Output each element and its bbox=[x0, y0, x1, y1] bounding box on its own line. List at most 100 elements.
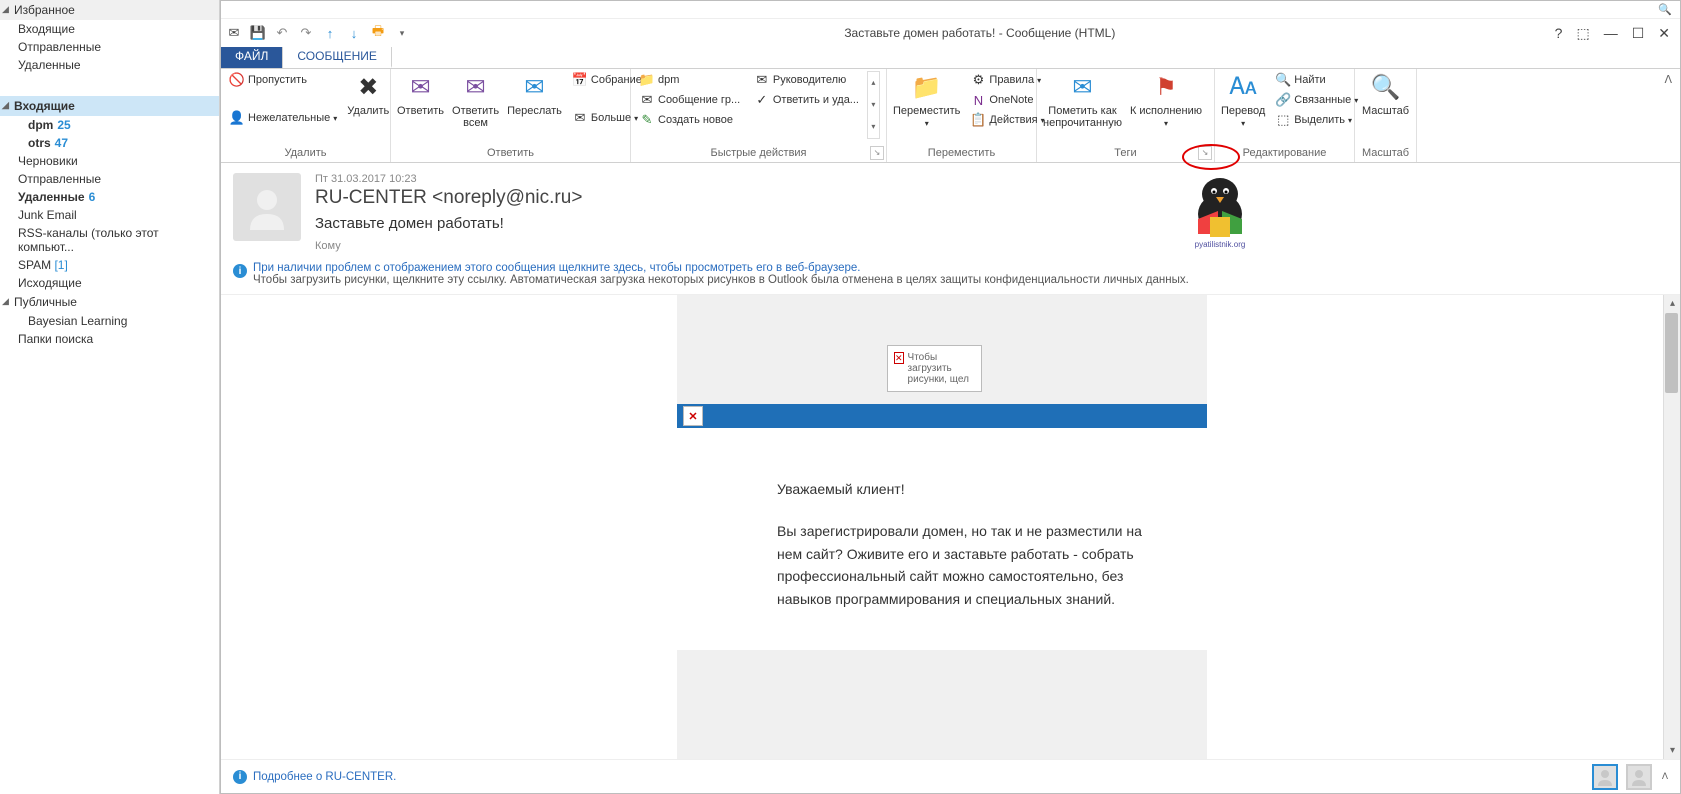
folder-inbox-fav[interactable]: Входящие bbox=[0, 20, 219, 38]
flag-icon: ⚑ bbox=[1150, 71, 1182, 103]
people-pane-contact-1[interactable] bbox=[1592, 764, 1618, 790]
actions-icon: 📋 bbox=[970, 112, 986, 128]
find-button[interactable]: 🔍Найти bbox=[1273, 71, 1360, 89]
quick-up-icon[interactable]: ▴ bbox=[868, 72, 879, 94]
minimize-icon[interactable]: — bbox=[1604, 25, 1618, 41]
quick-create[interactable]: ✎Создать новое bbox=[637, 111, 748, 129]
ribbon-options-icon[interactable]: ⬚ bbox=[1576, 25, 1589, 42]
folder-junk[interactable]: Junk Email bbox=[0, 206, 219, 224]
ribbon-group-delete: 🚫Пропустить 👤Нежелательные▾ ✖ Удалить Уд… bbox=[221, 69, 391, 162]
folder-bayesian[interactable]: Bayesian Learning bbox=[0, 312, 219, 330]
next-icon[interactable]: ↓ bbox=[345, 24, 363, 42]
junk-button[interactable]: 👤Нежелательные▾ bbox=[227, 109, 339, 127]
folder-spam[interactable]: SPAM [1] bbox=[0, 256, 219, 274]
greeting-text: Уважаемый клиент! bbox=[777, 478, 1147, 500]
scrollbar-track[interactable]: ▴ ▾ bbox=[1663, 295, 1680, 759]
folder-dpm[interactable]: dpm25 bbox=[0, 116, 219, 134]
onenote-icon: N bbox=[970, 92, 986, 108]
reply-button[interactable]: ✉Ответить bbox=[397, 71, 444, 117]
quick-down-icon[interactable]: ▾ bbox=[868, 94, 879, 116]
help-icon[interactable]: ? bbox=[1555, 25, 1563, 41]
find-icon: 🔍 bbox=[1275, 72, 1291, 88]
select-icon: ⬚ bbox=[1275, 112, 1291, 128]
undo-icon[interactable]: ↶ bbox=[273, 24, 291, 42]
caret-icon: ◢ bbox=[2, 296, 9, 307]
quick-more-icon[interactable]: ▾ bbox=[868, 116, 879, 138]
folder-deleted-fav[interactable]: Удаленные bbox=[0, 56, 219, 74]
quick-reply-del[interactable]: ✓Ответить и уда... bbox=[752, 91, 863, 109]
favorites-label: Избранное bbox=[14, 3, 75, 17]
quick-msg[interactable]: ✉Сообщение гр... bbox=[637, 91, 748, 109]
tab-file[interactable]: ФАЙЛ bbox=[221, 47, 283, 68]
close-icon[interactable]: ✕ bbox=[1658, 25, 1670, 42]
delete-button[interactable]: ✖ Удалить bbox=[347, 71, 389, 117]
select-button[interactable]: ⬚Выделить▾ bbox=[1273, 111, 1360, 129]
qat-customize-icon[interactable]: ▾ bbox=[393, 24, 411, 42]
ribbon-group-respond: ✉Ответить ✉Ответить всем ✉Переслать 📅Соб… bbox=[391, 69, 631, 162]
manager-icon: ✉ bbox=[754, 72, 770, 88]
tags-launcher-icon[interactable]: ↘ bbox=[1198, 146, 1212, 160]
folder-sent-fav[interactable]: Отправленные bbox=[0, 38, 219, 56]
meeting-icon: 📅 bbox=[572, 72, 588, 88]
collapse-ribbon-icon[interactable]: ᐱ bbox=[1664, 73, 1672, 158]
search-icon[interactable]: 🔍 bbox=[1658, 3, 1672, 16]
scrollbar-thumb[interactable] bbox=[1665, 313, 1678, 393]
scroll-down-icon[interactable]: ▾ bbox=[1664, 742, 1680, 759]
prev-icon[interactable]: ↑ bbox=[321, 24, 339, 42]
folder-navigation: ‹ ◢ Избранное Входящие Отправленные Удал… bbox=[0, 0, 220, 794]
followup-button[interactable]: ⚑К исполнению▾ bbox=[1130, 71, 1202, 128]
info-icon: i bbox=[233, 770, 247, 784]
title-bar: ✉ 💾 ↶ ↷ ↑ ↓ 🖶 ▾ Заставьте домен работать… bbox=[221, 19, 1680, 47]
scroll-up-icon[interactable]: ▴ bbox=[1664, 295, 1680, 312]
people-pane-toggle-icon[interactable]: ᐱ bbox=[1662, 771, 1668, 782]
quick-access-toolbar: ✉ 💾 ↶ ↷ ↑ ↓ 🖶 ▾ bbox=[225, 24, 411, 42]
related-button[interactable]: 🔗Связанные▾ bbox=[1273, 91, 1360, 109]
print-icon[interactable]: 🖶 bbox=[369, 24, 387, 42]
actions-button[interactable]: 📋Действия▾ bbox=[968, 111, 1046, 129]
folder-icon: 📁 bbox=[639, 72, 655, 88]
quicksteps-launcher-icon[interactable]: ↘ bbox=[870, 146, 884, 160]
maximize-icon[interactable]: ☐ bbox=[1632, 25, 1645, 42]
inbox-header[interactable]: ◢ Входящие bbox=[0, 96, 219, 116]
folder-rss[interactable]: RSS-каналы (только этот компьют... bbox=[0, 224, 219, 256]
folder-drafts[interactable]: Черновики bbox=[0, 152, 219, 170]
redo-icon[interactable]: ↷ bbox=[297, 24, 315, 42]
tab-message[interactable]: СООБЩЕНИЕ bbox=[283, 47, 392, 68]
quick-dpm[interactable]: 📁dpm bbox=[637, 71, 748, 89]
svg-text:pyatilistnik.org: pyatilistnik.org bbox=[1195, 240, 1246, 249]
rules-button[interactable]: ⚙Правила▾ bbox=[968, 71, 1046, 89]
favorites-header[interactable]: ◢ Избранное bbox=[0, 0, 219, 20]
mark-unread-button[interactable]: ✉Пометить как непрочитанную bbox=[1043, 71, 1122, 129]
window-title: Заставьте домен работать! - Сообщение (H… bbox=[411, 26, 1549, 40]
move-button[interactable]: 📁Переместить▾ bbox=[893, 71, 960, 128]
save-icon[interactable]: 💾 bbox=[249, 24, 267, 42]
zoom-button[interactable]: 🔍Масштаб bbox=[1362, 71, 1409, 117]
folder-search[interactable]: Папки поиска bbox=[0, 330, 219, 348]
ribbon-group-editing: 🗛Перевод▾ 🔍Найти 🔗Связанные▾ ⬚Выделить▾ … bbox=[1215, 69, 1355, 162]
footer-more-link[interactable]: Подробнее о RU-CENTER. bbox=[253, 771, 396, 783]
blocked-x-icon: ✕ bbox=[894, 352, 904, 364]
ribbon-group-zoom: 🔍Масштаб Масштаб bbox=[1355, 69, 1417, 162]
folder-otrs[interactable]: otrs47 bbox=[0, 134, 219, 152]
footer-bar: i Подробнее о RU-CENTER. ᐱ bbox=[221, 759, 1680, 793]
blocked-inline-icon[interactable]: ✕ bbox=[683, 406, 703, 426]
unread-icon: ✉ bbox=[1066, 71, 1098, 103]
folder-sent[interactable]: Отправленные bbox=[0, 170, 219, 188]
skip-button[interactable]: 🚫Пропустить bbox=[227, 71, 339, 89]
translate-button[interactable]: 🗛Перевод▾ bbox=[1221, 71, 1265, 128]
ribbon-tabs: ФАЙЛ СООБЩЕНИЕ bbox=[221, 47, 1680, 69]
forward-button[interactable]: ✉Переслать bbox=[507, 71, 562, 117]
caret-icon: ◢ bbox=[2, 100, 9, 111]
folder-outbox[interactable]: Исходящие bbox=[0, 274, 219, 292]
junk-icon: 👤 bbox=[229, 110, 245, 126]
info-bar[interactable]: i При наличии проблем с отображением это… bbox=[221, 258, 1680, 295]
blocked-image-placeholder[interactable]: ✕ Чтобы загрузить рисунки, щел bbox=[887, 345, 982, 392]
onenote-button[interactable]: NOneNote bbox=[968, 91, 1046, 109]
mail-icon[interactable]: ✉ bbox=[225, 24, 243, 42]
related-icon: 🔗 bbox=[1275, 92, 1291, 108]
reply-all-button[interactable]: ✉Ответить всем bbox=[452, 71, 499, 129]
people-pane-contact-2[interactable] bbox=[1626, 764, 1652, 790]
quick-manager[interactable]: ✉Руководителю bbox=[752, 71, 863, 89]
public-header[interactable]: ◢ Публичные bbox=[0, 292, 219, 312]
folder-deleted[interactable]: Удаленные6 bbox=[0, 188, 219, 206]
